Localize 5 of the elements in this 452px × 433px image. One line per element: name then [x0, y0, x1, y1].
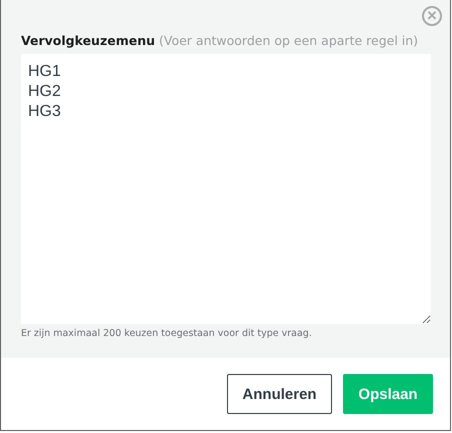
- field-label: Vervolgkeuzemenu: [21, 33, 156, 48]
- answers-textarea[interactable]: HG1 HG2 HG3: [21, 54, 431, 324]
- help-text: Er zijn maximaal 200 keuzen toegestaan voor dit type vraag.: [21, 328, 313, 339]
- cancel-button[interactable]: Annuleren: [227, 374, 332, 414]
- field-hint: (Voer antwoorden op een aparte regel in): [159, 33, 418, 48]
